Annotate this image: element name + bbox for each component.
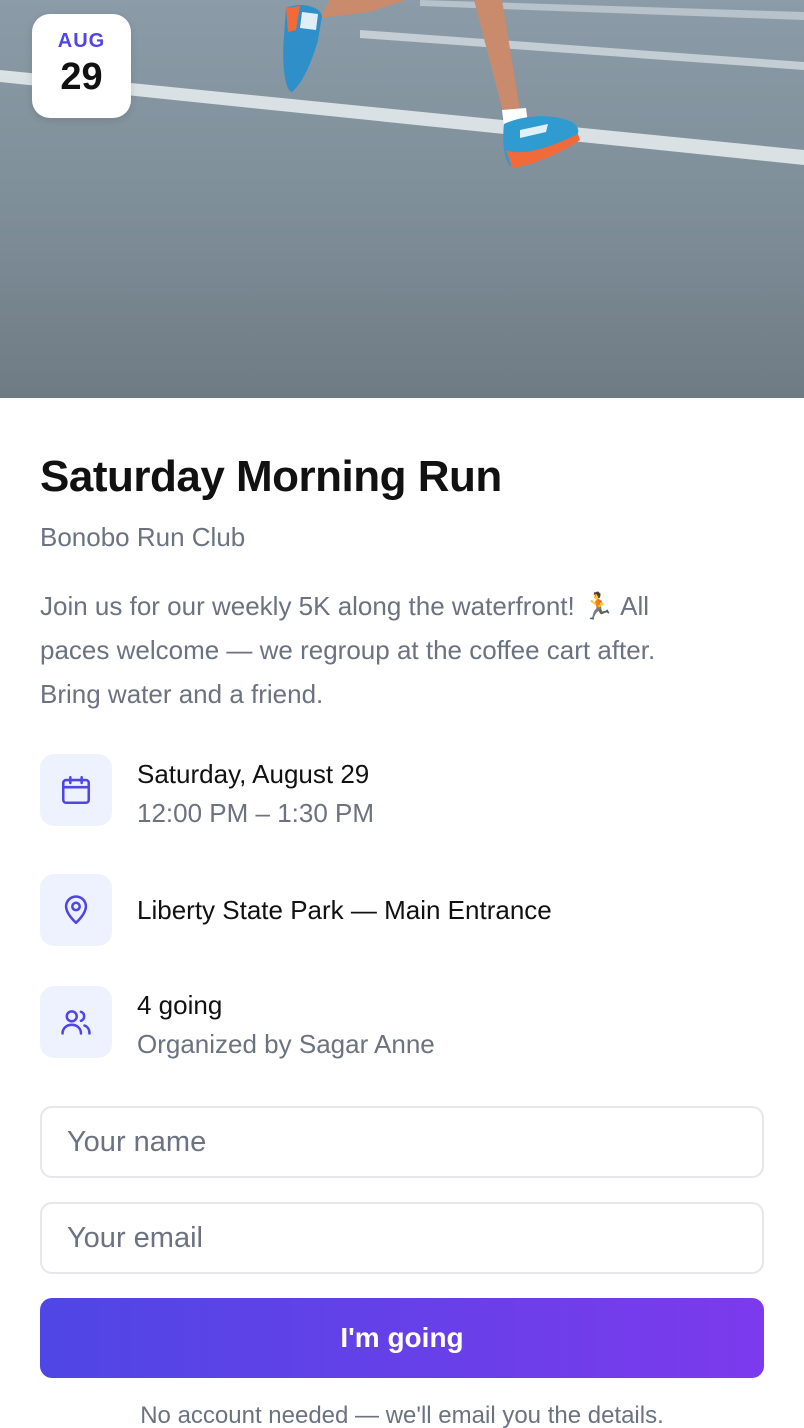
event-organizer: Organized by Sagar Anne (137, 1029, 435, 1059)
email-input[interactable] (40, 1202, 764, 1274)
description-line: Join us for our weekly 5K along the wate… (40, 591, 650, 621)
im-going-button[interactable]: I'm going (40, 1298, 764, 1378)
description-line: paces welcome — we regroup at the coffee… (40, 635, 656, 665)
location-row: Liberty State Park — Main Entrance (40, 874, 764, 946)
date-badge: AUG 29 (32, 14, 131, 118)
users-icon (40, 986, 112, 1058)
event-description: Join us for our weekly 5K along the wate… (40, 584, 764, 716)
hero-image: AUG 29 (0, 0, 804, 398)
description-line: Bring water and a friend. (40, 679, 324, 709)
event-time: 12:00 PM – 1:30 PM (137, 798, 375, 828)
date-time-row: Saturday, August 29 12:00 PM – 1:30 PM (40, 754, 764, 828)
event-organizer-club: Bonobo Run Club (40, 522, 246, 552)
calendar-icon (40, 754, 112, 826)
attendee-count: 4 going (137, 990, 223, 1020)
date-badge-day: 29 (60, 56, 103, 98)
attendees-row: 4 going Organized by Sagar Anne (40, 986, 764, 1059)
event-date: Saturday, August 29 (137, 759, 370, 789)
name-input[interactable] (40, 1106, 764, 1178)
map-pin-icon (40, 874, 112, 946)
date-badge-month: AUG (57, 30, 106, 52)
event-title: Saturday Morning Run (40, 452, 502, 501)
signup-footnote: No account needed — we'll email you the … (140, 1402, 664, 1428)
event-location: Liberty State Park — Main Entrance (137, 895, 552, 925)
